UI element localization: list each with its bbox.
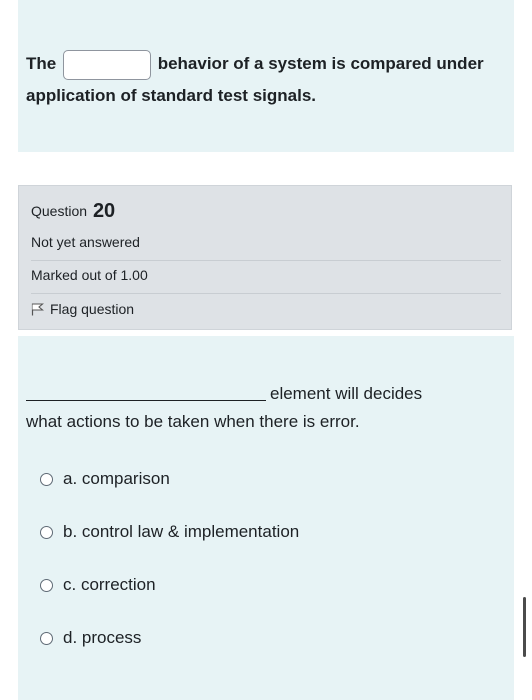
- question-text-line1: element will decides: [270, 384, 423, 403]
- radio-button[interactable]: [40, 578, 53, 592]
- option-label: a. comparison: [63, 469, 170, 488]
- flag-question-link[interactable]: Flag question: [31, 301, 134, 317]
- info-divider: [31, 293, 501, 294]
- radio-button[interactable]: [40, 525, 53, 539]
- fill-in-blank-input[interactable]: [62, 49, 151, 80]
- question-info-panel: Question 20 Not yet answered Marked out …: [18, 185, 512, 330]
- question-text-line2: what actions to be taken when there is e…: [26, 412, 360, 431]
- flag-question-label: Flag question: [50, 301, 135, 317]
- question-status: Not yet answered: [31, 234, 140, 250]
- question-marks: Marked out of 1.00: [31, 267, 148, 283]
- radio-button[interactable]: [40, 631, 53, 645]
- option-label: c. correction: [63, 575, 156, 594]
- answer-option-b[interactable]: b. control law & implementation: [40, 522, 299, 542]
- question-label: Question: [31, 203, 88, 219]
- previous-question-text: The behavior of a system is compared und…: [26, 48, 486, 111]
- answer-option-c[interactable]: c. correction: [40, 575, 156, 595]
- info-divider: [31, 260, 501, 261]
- question-number-heading: Question 20: [31, 200, 115, 223]
- radio-button[interactable]: [40, 472, 53, 486]
- option-label: d. process: [63, 628, 142, 647]
- question-number: 20: [92, 200, 116, 222]
- option-label: b. control law & implementation: [63, 522, 300, 541]
- scrollbar[interactable]: [523, 597, 526, 657]
- previous-question-text-before: The: [26, 54, 57, 73]
- answer-option-a[interactable]: a. comparison: [40, 469, 170, 489]
- answer-blank-line: [26, 400, 266, 401]
- flag-icon: [31, 303, 44, 316]
- answer-option-d[interactable]: d. process: [40, 628, 141, 648]
